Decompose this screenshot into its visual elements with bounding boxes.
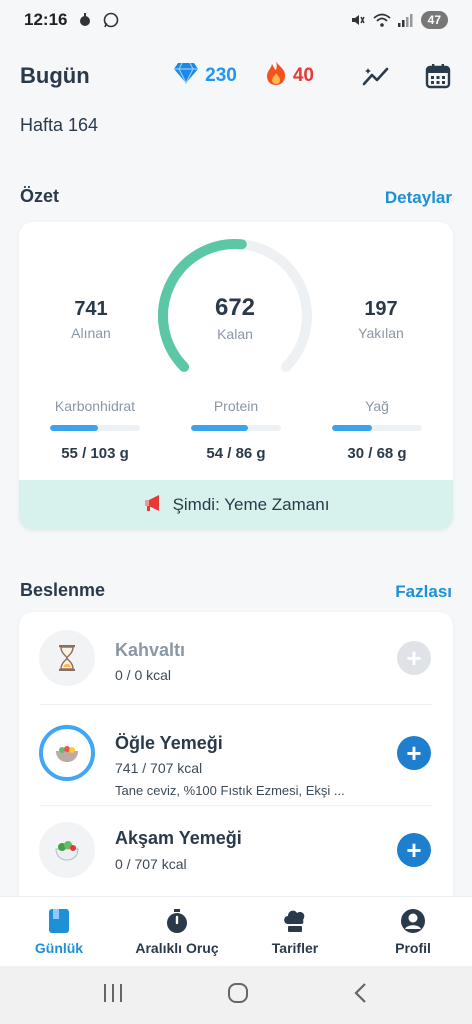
eaten-stat: 741 Alınan [31,298,151,341]
meal-kcal: 741 / 707 kcal [115,760,203,776]
meal-description: Tane ceviz, %100 Fıstık Ezmesi, Ekşi ... [115,783,345,798]
macro-progress-bar [332,425,422,431]
nav-label: Tarifler [271,939,319,956]
streak-counter[interactable]: 40 [265,60,314,92]
calendar-icon [425,64,451,89]
streak-value: 40 [292,65,314,86]
diary-icon [46,908,72,934]
trend-chart-icon [362,67,389,86]
salad-icon [39,822,95,878]
macro-value: 54 / 86 g [206,445,266,462]
back-icon[interactable] [351,982,371,1009]
macro-value: 30 / 68 g [347,445,407,462]
plus-icon: + [406,835,422,865]
gems-value: 230 [205,65,237,86]
status-time: 12:16 [24,10,68,29]
nutrition-title: Beslenme [20,580,106,600]
macro-value: 55 / 103 g [61,445,129,462]
meal-row-dinner[interactable]: Akşam Yemeği 0 / 707 kcal + [19,806,453,906]
battery-indicator: 47 [420,11,448,29]
trends-button[interactable] [362,62,390,90]
page-title: Bugün [20,63,90,88]
plus-icon: + [406,643,422,673]
nav-label: Profil [395,939,431,956]
bottom-navigation: Günlük Aralıklı Oruç Tarifler Profil [0,896,472,966]
meal-name: Kahvaltı [115,640,186,660]
remaining-stat: 672 Kalan [155,294,315,342]
macro-name: Karbonhidrat [54,398,136,414]
chef-hat-icon [282,908,308,934]
notification-icon [77,12,93,28]
profile-icon [400,908,426,934]
calendar-button[interactable] [424,62,452,90]
add-lunch-button[interactable]: + [397,736,431,770]
meal-kcal: 0 / 707 kcal [115,856,187,872]
hourglass-icon [39,630,95,686]
status-bar: 12:16 47 [0,0,472,40]
macro-progress-fill [191,425,248,431]
add-dinner-button[interactable]: + [397,833,431,867]
macro-name: Yağ [365,398,389,414]
macro-name: Protein [213,398,259,414]
mute-icon [349,12,365,28]
burned-value: 197 [364,298,398,320]
macro-protein: Protein 54 / 86 g [176,398,296,462]
plus-icon: + [406,738,422,768]
nav-tab-recipes[interactable]: Tarifler [236,897,354,966]
meals-card: Kahvaltı 0 / 0 kcal + Öğle Yemeği 741 / … [19,612,453,912]
meal-kcal: 0 / 0 kcal [115,667,172,683]
summary-details-link[interactable]: Detaylar [385,188,452,208]
macro-progress-bar [191,425,281,431]
salad-bowl-icon [39,725,95,781]
remaining-label: Kalan [217,326,253,342]
week-label: Hafta 164 [20,115,99,135]
home-icon[interactable] [226,981,250,1010]
summary-card[interactable]: 741 Alınan 672 Kalan 197 Yakılan Karbonh… [19,222,453,530]
nav-label: Aralıklı Oruç [135,939,219,956]
nav-label: Günlük [34,939,84,956]
nutrition-more-link[interactable]: Fazlası [395,582,452,602]
meal-row-breakfast[interactable]: Kahvaltı 0 / 0 kcal + [19,612,453,704]
nav-tab-profile[interactable]: Profil [354,897,472,966]
meal-name: Akşam Yemeği [115,828,242,848]
diamond-icon [173,62,199,90]
macro-carbs: Karbonhidrat 55 / 103 g [35,398,155,462]
summary-title: Özet [20,186,60,206]
add-breakfast-button[interactable]: + [397,641,431,675]
meal-row-lunch[interactable]: Öğle Yemeği 741 / 707 kcal Tane ceviz, %… [19,705,453,805]
whatsapp-icon [103,12,119,28]
wifi-icon [373,12,391,28]
recent-apps-icon[interactable] [101,982,125,1009]
app-header: Bugün 230 40 [20,56,452,96]
burned-stat: 197 Yakılan [321,298,441,341]
banner-text: Şimdi: Yeme Zamanı [172,495,330,514]
signal-icon [397,12,413,28]
meal-time-banner[interactable]: Şimdi: Yeme Zamanı [19,480,453,530]
remaining-value: 672 [214,294,256,321]
nav-tab-daily[interactable]: Günlük [0,897,118,966]
gems-counter[interactable]: 230 [173,62,237,90]
macro-progress-bar [50,425,140,431]
eaten-label: Alınan [71,325,111,341]
megaphone-icon [143,493,165,518]
macro-progress-fill [50,425,98,431]
fire-icon [265,60,287,92]
system-navigation-bar [0,966,472,1024]
eaten-value: 741 [74,298,108,320]
burned-label: Yakılan [358,325,404,341]
nav-tab-fasting[interactable]: Aralıklı Oruç [118,897,236,966]
macro-progress-fill [332,425,372,431]
stopwatch-icon [164,908,190,934]
macro-fat: Yağ 30 / 68 g [317,398,437,462]
meal-name: Öğle Yemeği [115,733,223,753]
